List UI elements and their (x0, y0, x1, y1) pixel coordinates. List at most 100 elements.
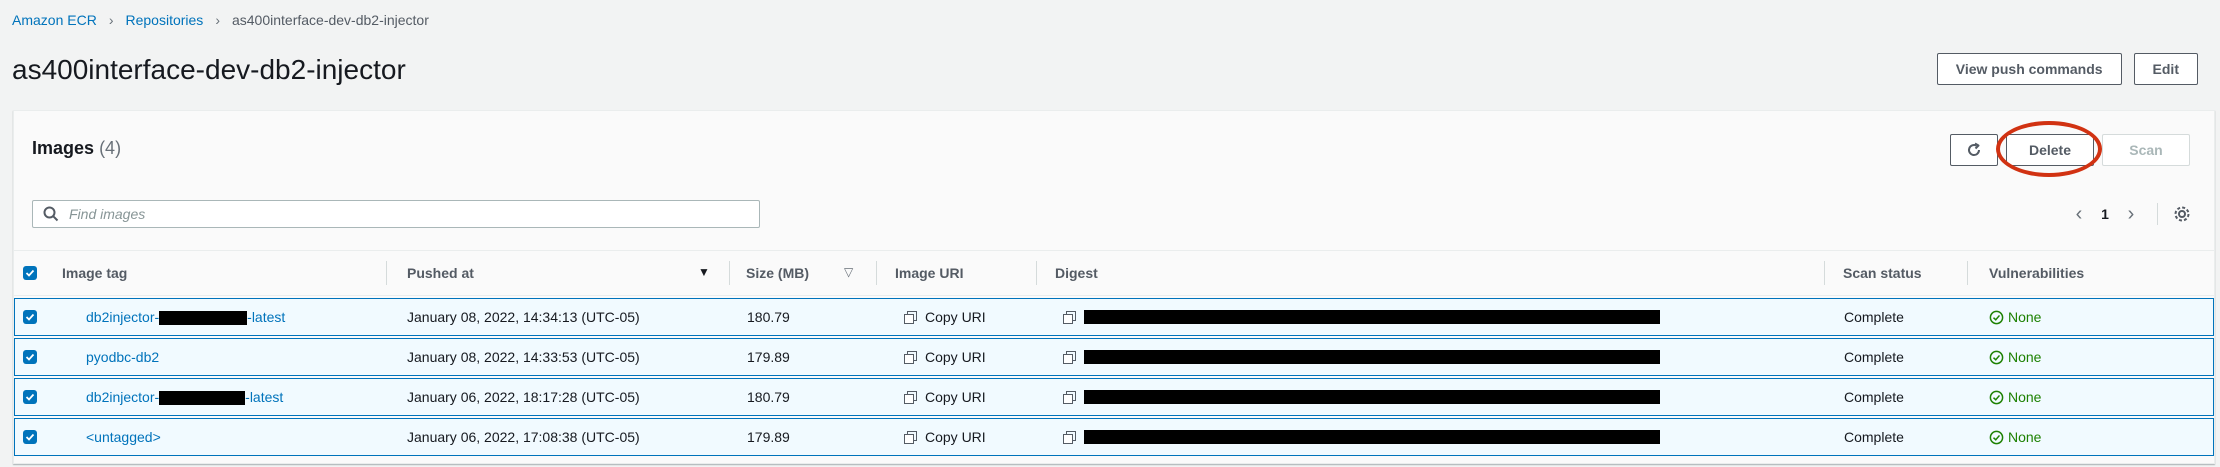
gear-icon[interactable] (2172, 204, 2192, 224)
table-header: Image tag Pushed at ▼ Size (MB) ▽ Image … (14, 250, 2214, 296)
next-page-icon[interactable]: › (2119, 203, 2143, 226)
check-circle-icon (1989, 430, 2004, 444)
refresh-icon (1968, 142, 1981, 156)
pushed-at-cell: January 08, 2022, 14:34:13 (UTC-05) (407, 309, 640, 325)
copy-uri-button[interactable]: Copy URI (904, 379, 986, 415)
row-select-cell (23, 339, 37, 375)
prev-page-icon[interactable]: ‹ (2067, 203, 2091, 226)
images-title: Images (32, 138, 95, 158)
copy-uri-button[interactable]: Copy URI (904, 339, 986, 375)
image-tag-link[interactable]: db2injector- -latest (86, 389, 283, 406)
table-row[interactable]: db2injector- -latest January 06, 2022, 18… (14, 378, 2214, 416)
pager-divider (2157, 203, 2158, 225)
image-tag-cell: pyodbc-db2 (86, 339, 159, 375)
column-header-pushed-at[interactable]: Pushed at (407, 251, 474, 295)
copy-uri-button[interactable]: Copy URI (904, 299, 986, 335)
vulnerabilities-cell: None (1989, 299, 2041, 335)
view-push-commands-button[interactable]: View push commands (1936, 53, 2122, 85)
copy-icon[interactable] (1063, 350, 1076, 364)
check-circle-icon (1989, 310, 2004, 324)
image-tag-cell: db2injector- -latest (86, 299, 285, 335)
copy-uri-button[interactable]: Copy URI (904, 419, 986, 455)
delete-wrap: Delete (1996, 121, 2102, 177)
edit-button[interactable]: Edit (2133, 53, 2198, 85)
copy-icon[interactable] (1063, 310, 1076, 324)
image-tag-link[interactable]: db2injector- -latest (86, 309, 285, 326)
size-cell: 179.89 (747, 349, 790, 365)
copy-icon[interactable] (1063, 390, 1076, 404)
images-panel: Images (4) Delete Scan ‹ 1 › (13, 110, 2215, 464)
row-select-cell (23, 419, 37, 455)
chevron-right-icon: › (108, 12, 114, 28)
sort-descending-icon[interactable]: ▼ (698, 265, 710, 279)
row-checkbox[interactable] (23, 390, 37, 404)
redacted-digest (1084, 310, 1660, 324)
size-cell: 180.79 (747, 309, 790, 325)
table-row[interactable]: db2injector- -latest January 08, 2022, 14… (14, 298, 2214, 336)
image-tag-link[interactable]: <untagged> (86, 429, 161, 445)
images-actions: Delete Scan (1950, 121, 2190, 177)
column-header-size[interactable]: Size (MB) (746, 251, 809, 295)
row-select-cell (23, 379, 37, 415)
search-icon (43, 206, 59, 222)
column-header-scan-status: Scan status (1843, 265, 1922, 281)
select-all-cell (23, 251, 37, 295)
check-circle-icon (1989, 350, 2004, 364)
vulnerabilities-cell: None (1989, 339, 2041, 375)
row-checkbox[interactable] (23, 430, 37, 444)
size-cell: 180.79 (747, 389, 790, 405)
images-heading: Images (4) (32, 138, 121, 159)
check-circle-icon (1989, 390, 2004, 404)
scan-status-cell: Complete (1844, 349, 1904, 365)
digest-cell (1063, 299, 1660, 335)
search-field[interactable] (32, 200, 760, 228)
scan-status-cell: Complete (1844, 309, 1904, 325)
copy-icon (904, 350, 917, 364)
chevron-right-icon: › (215, 12, 220, 28)
redacted-digest (1084, 350, 1660, 364)
row-checkbox[interactable] (23, 350, 37, 364)
pagination: ‹ 1 › (2067, 202, 2192, 226)
scan-button[interactable]: Scan (2102, 134, 2190, 166)
table-row[interactable]: <untagged> January 06, 2022, 17:08:38 (U… (14, 418, 2214, 456)
column-header-digest: Digest (1055, 265, 1098, 281)
copy-icon (904, 390, 917, 404)
table-row[interactable]: pyodbc-db2 January 08, 2022, 14:33:53 (U… (14, 338, 2214, 376)
select-all-checkbox[interactable] (23, 266, 37, 280)
images-count: (4) (99, 138, 122, 158)
breadcrumb-amazon-ecr[interactable]: Amazon ECR (12, 12, 97, 28)
delete-button[interactable]: Delete (2006, 134, 2094, 166)
redacted-digest (1084, 390, 1660, 404)
digest-cell (1063, 339, 1660, 375)
image-tag-cell: db2injector- -latest (86, 379, 283, 415)
digest-cell (1063, 419, 1660, 455)
page-number[interactable]: 1 (2091, 206, 2119, 222)
breadcrumb: Amazon ECR › Repositories › as400interfa… (12, 10, 429, 30)
column-header-vulnerabilities: Vulnerabilities (1989, 265, 2085, 281)
size-cell: 179.89 (747, 429, 790, 445)
redacted-block (159, 391, 246, 406)
image-tag-cell: <untagged> (86, 419, 161, 455)
copy-icon (904, 310, 917, 324)
redacted-digest (1084, 430, 1660, 444)
image-tag-link[interactable]: pyodbc-db2 (86, 349, 159, 365)
sort-icon[interactable]: ▽ (844, 265, 853, 279)
column-header-image-uri: Image URI (895, 265, 964, 281)
search-input[interactable] (59, 201, 759, 227)
refresh-button[interactable] (1950, 134, 1998, 166)
column-header-image-tag[interactable]: Image tag (62, 251, 127, 295)
images-table: Image tag Pushed at ▼ Size (MB) ▽ Image … (14, 250, 2214, 456)
digest-cell (1063, 379, 1660, 415)
row-checkbox[interactable] (23, 310, 37, 324)
vulnerabilities-cell: None (1989, 419, 2041, 455)
scan-status-cell: Complete (1844, 389, 1904, 405)
copy-icon[interactable] (1063, 430, 1076, 444)
pushed-at-cell: January 08, 2022, 14:33:53 (UTC-05) (407, 349, 640, 365)
row-select-cell (23, 299, 37, 335)
pushed-at-cell: January 06, 2022, 17:08:38 (UTC-05) (407, 429, 640, 445)
breadcrumb-repositories[interactable]: Repositories (125, 12, 203, 28)
pushed-at-cell: January 06, 2022, 18:17:28 (UTC-05) (407, 389, 640, 405)
copy-icon (904, 430, 917, 444)
redacted-block (159, 311, 248, 326)
page-title: as400interface-dev-db2-injector (12, 54, 406, 85)
